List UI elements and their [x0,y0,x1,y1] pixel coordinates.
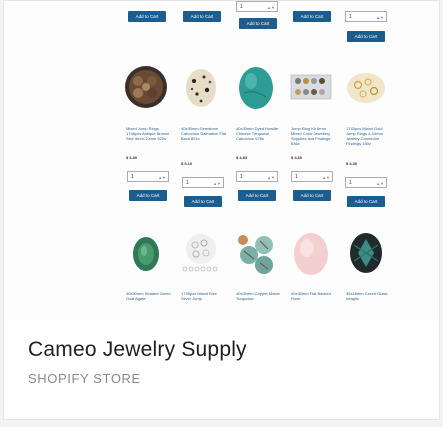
product-name-link[interactable]: 35x18mm Czech Glass Intaglio [346,291,392,301]
add-to-cart-button[interactable]: Add to Cart [347,196,385,207]
add-to-cart-button[interactable]: Add to Cart [129,190,167,201]
quantity-field[interactable]: 1 ▲▼ [236,1,278,12]
product-price: $ 5.10 [181,161,193,166]
add-to-cart-button[interactable]: Add to Cart [238,190,276,201]
product-image-turquoise-cabochon[interactable] [234,63,278,111]
quantity-field[interactable]: 1 ▲▼ [182,177,224,188]
product-image-gold-jump-rings[interactable] [344,63,388,111]
product-image-rose-cabochon[interactable] [289,229,333,277]
product-name-link[interactable]: Jump Ring Kit 6mm Mixed Color Jewellery … [291,126,337,146]
product-image-bronze-jump-rings[interactable] [124,63,168,111]
product-name-link[interactable]: 40x30mm Copper Matrix Turquoise [236,291,282,301]
quantity-field[interactable]: 1 ▲▼ [345,11,387,22]
add-to-cart-button[interactable]: Add to Cart [293,190,331,201]
quantity-field[interactable]: 1 ▲▼ [236,171,278,182]
product-image-dalmation-cabochon[interactable] [179,63,223,111]
product-image-copper-turquoise[interactable] [234,229,278,277]
product-image-czech-glass-intaglio[interactable] [344,229,388,277]
quantity-field[interactable]: 1 ▲▼ [127,171,169,182]
add-to-cart-button[interactable]: Add to Cart [347,31,385,42]
product-name-link[interactable]: 40x30mm Striated Green Oval Agate [126,291,172,301]
add-to-cart-button[interactable]: Add to Cart [128,11,166,22]
store-title[interactable]: Cameo Jewelry Supply [28,338,247,362]
product-name-link[interactable]: 40x30mm Flat Backed Rose [291,291,337,301]
add-to-cart-button[interactable]: Add to Cart [184,196,222,207]
store-screenshot: Add to Cart Add to Cart 1 ▲▼ Add to Cart … [4,1,439,319]
product-price: $ 4.83 [236,155,248,160]
quantity-field[interactable]: 1 ▲▼ [291,171,333,182]
quantity-field[interactable]: 1 ▲▼ [345,177,387,188]
product-price: $ 4.60 [291,155,303,160]
product-name-link[interactable]: 40x30mm Gemstone Cabochon Dalmation Flat… [181,126,227,141]
product-image-green-agate[interactable] [124,229,168,277]
product-name-link[interactable]: 40x30mm Dyed Howlite Chinese Turquoise C… [236,126,282,141]
product-name-link[interactable]: 1745pcs Mixed Size Silver Jump [181,291,227,301]
product-price: $ 6.80 [126,155,138,160]
store-card[interactable]: Add to Cart Add to Cart 1 ▲▼ Add to Cart … [3,0,440,420]
add-to-cart-button[interactable]: Add to Cart [239,18,277,29]
product-name-link[interactable]: Mixed Jump Rings 1748pcs Antique Bronze … [126,126,172,141]
add-to-cart-button[interactable]: Add to Cart [183,11,221,22]
product-price: $ 4.30 [346,161,358,166]
store-platform-label: SHOPIFY STORE [28,371,141,386]
product-image-jump-ring-kit[interactable] [289,63,333,111]
product-image-silver-jump-rings[interactable] [179,229,223,277]
add-to-cart-button[interactable]: Add to Cart [293,11,331,22]
product-name-link[interactable]: 1745pcs Mixed Gold Jump Rings 4-10mm Jew… [346,126,392,146]
